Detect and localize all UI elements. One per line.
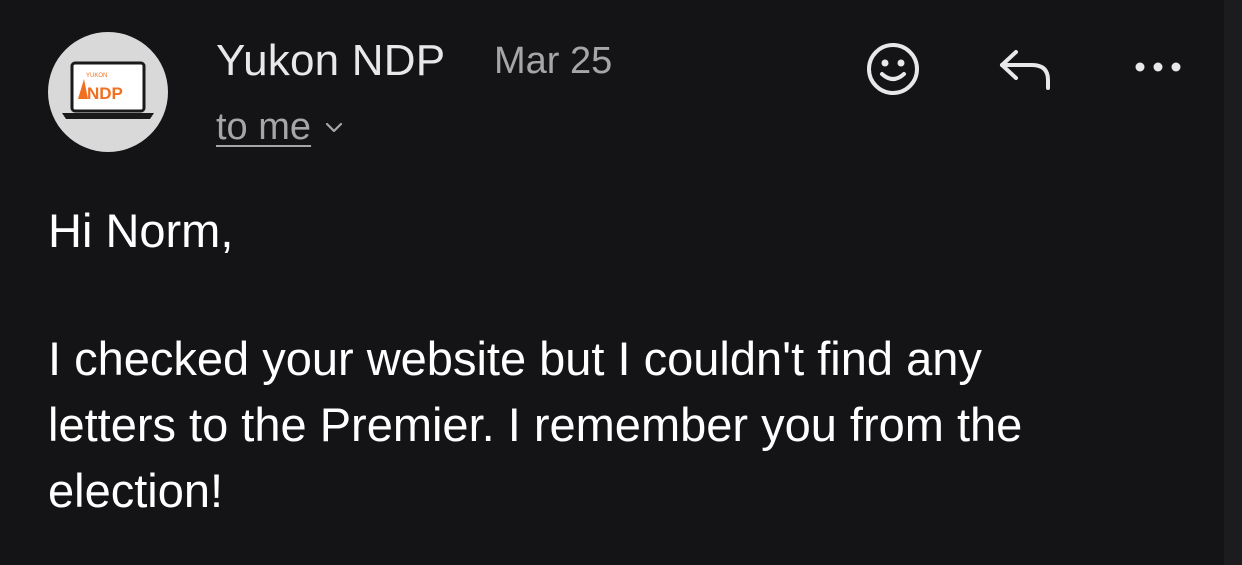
smiley-face-icon [867,43,919,95]
sender-avatar[interactable]: YUKON NDP [48,32,168,152]
message-body: I checked your website but I couldn't fi… [48,326,1022,524]
reply-button[interactable] [996,44,1056,94]
message-date: Mar 25 [494,40,613,82]
add-reaction-button[interactable] [864,40,922,98]
logo-small-text: YUKON [86,73,107,79]
recipient-details-toggle[interactable]: to me [216,106,343,149]
yukon-ndp-logo-icon: YUKON NDP [62,61,154,119]
logo-text: NDP [87,84,123,103]
chevron-down-icon [325,121,343,139]
sender-name[interactable]: Yukon NDP [216,36,445,86]
scroll-edge [1224,0,1242,565]
message-body-line: I checked your website but I couldn't fi… [48,332,982,385]
message-body-line: election! [48,464,224,517]
recipient-label: to me [216,106,312,148]
message-body-line: letters to the Premier. I remember you f… [48,398,1023,451]
more-options-button[interactable] [1128,52,1188,82]
reply-arrow-icon [1000,50,1050,90]
more-horizontal-icon [1135,62,1181,72]
message-greeting: Hi Norm, [48,204,234,257]
